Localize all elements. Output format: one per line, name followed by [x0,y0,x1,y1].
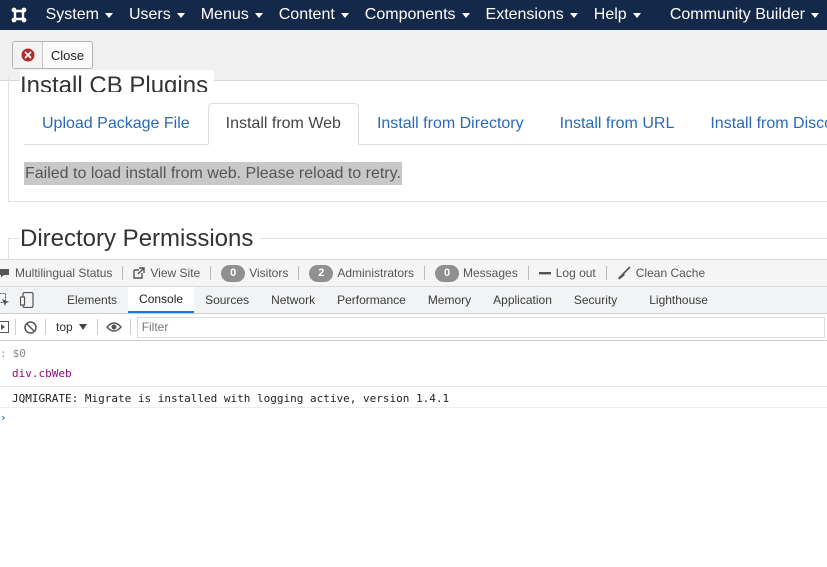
caret-down-icon [461,12,470,18]
comment-icon [0,268,10,278]
circle-x-icon [13,42,43,68]
console-divider [0,386,827,387]
console-toolbar: top [0,314,827,341]
console-input-text: $0 [12,347,26,360]
minus-icon [538,268,551,278]
caret-down-icon [569,12,578,18]
nav-users-menu[interactable]: Users [121,0,193,30]
multilingual-status-link[interactable]: Multilingual Status [0,266,122,280]
logout-link[interactable]: Log out [529,266,606,280]
caret-down-icon [176,12,185,18]
dropdown-arrow-icon [78,324,87,330]
tab-install-from-directory[interactable]: Install from Directory [359,103,542,145]
view-site-link[interactable]: View Site [123,266,210,280]
console-input-line: : $0 [0,347,26,360]
tab-upload-package-file[interactable]: Upload Package File [24,103,208,145]
tab-install-from-url[interactable]: Install from URL [542,103,693,145]
console-prompt-caret[interactable]: › [0,411,7,424]
devtools-left-tools [0,287,56,313]
install-plugins-title: Install CB Plugins [20,70,215,92]
admin-status-bar: Multilingual Status View Site 0 Visitors… [0,259,827,287]
devtools-tab-network[interactable]: Network [260,287,326,313]
toolbar-separator [15,319,16,335]
console-divider [0,407,827,408]
close-button[interactable]: Close [12,41,93,69]
clean-cache-link[interactable]: Clean Cache [607,266,715,280]
tab-install-from-discover[interactable]: Install from Disco [692,103,827,145]
administrators-link[interactable]: 2 Administrators [299,264,424,282]
tab-install-from-web[interactable]: Install from Web [207,103,359,145]
external-link-icon [133,267,146,279]
toolbar-separator [129,319,131,335]
directory-permissions-title: Directory Permissions [20,225,260,253]
nav-content-menu[interactable]: Content [271,0,357,30]
live-expression-eye-icon[interactable] [105,321,122,333]
caret-down-icon [632,12,641,18]
caret-down-icon [340,12,349,18]
load-error-message: Failed to load install from web. Please … [24,162,402,185]
console-result-element[interactable]: div.cbWeb [12,367,72,380]
visitors-count-badge: 0 [221,264,246,282]
devtools-tab-performance[interactable]: Performance [326,287,417,313]
devtools-tab-security[interactable]: Security [563,287,628,313]
sidebar-toggle-icon[interactable] [0,321,9,333]
nav-community-builder-menu[interactable]: Community Builder [662,0,827,30]
execution-context-select[interactable]: top [52,320,91,334]
inspect-element-icon[interactable] [0,293,10,307]
nav-extensions-menu[interactable]: Extensions [478,0,586,30]
nav-menus-menu[interactable]: Menus [193,0,271,30]
devtools-tab-console[interactable]: Console [128,287,195,313]
broom-icon [617,266,631,280]
toolbar-separator [45,319,46,335]
devtools-tab-lighthouse[interactable]: Lighthouse [628,287,719,313]
devtools-tab-elements[interactable]: Elements [56,287,128,313]
devtools-tab-sources[interactable]: Sources [194,287,260,313]
devtools-tab-memory[interactable]: Memory [417,287,482,313]
device-toolbar-icon[interactable] [20,292,34,308]
caret-down-icon [811,12,819,18]
caret-down-icon [254,12,263,18]
nav-help-menu[interactable]: Help [586,0,649,30]
prompt-symbol: : [0,347,7,360]
devtools-tab-application[interactable]: Application [482,287,563,313]
install-tabs: Upload Package File Install from Web Ins… [24,103,827,145]
console-log-message: JQMIGRATE: Migrate is installed with log… [12,392,450,405]
toolbar-separator [96,319,98,335]
console-output: : $0 div.cbWeb JQMIGRATE: Migrate is inst… [0,341,827,567]
messages-link[interactable]: 0 Messages [425,264,528,282]
visitors-link[interactable]: 0 Visitors [211,264,298,282]
clear-console-icon[interactable] [24,320,37,334]
devtools-tab-bar: Elements Console Sources Network Perform… [0,287,827,314]
nav-system-menu[interactable]: System [38,0,121,30]
caret-down-icon [104,12,113,18]
joomla-logo-icon[interactable] [0,0,38,30]
top-navbar: System Users Menus Content Components Ex… [0,0,827,30]
administrators-count-badge: 2 [309,264,334,282]
console-filter-input[interactable] [136,316,825,338]
close-button-label: Close [50,47,85,63]
messages-count-badge: 0 [435,264,460,282]
nav-components-menu[interactable]: Components [357,0,478,30]
